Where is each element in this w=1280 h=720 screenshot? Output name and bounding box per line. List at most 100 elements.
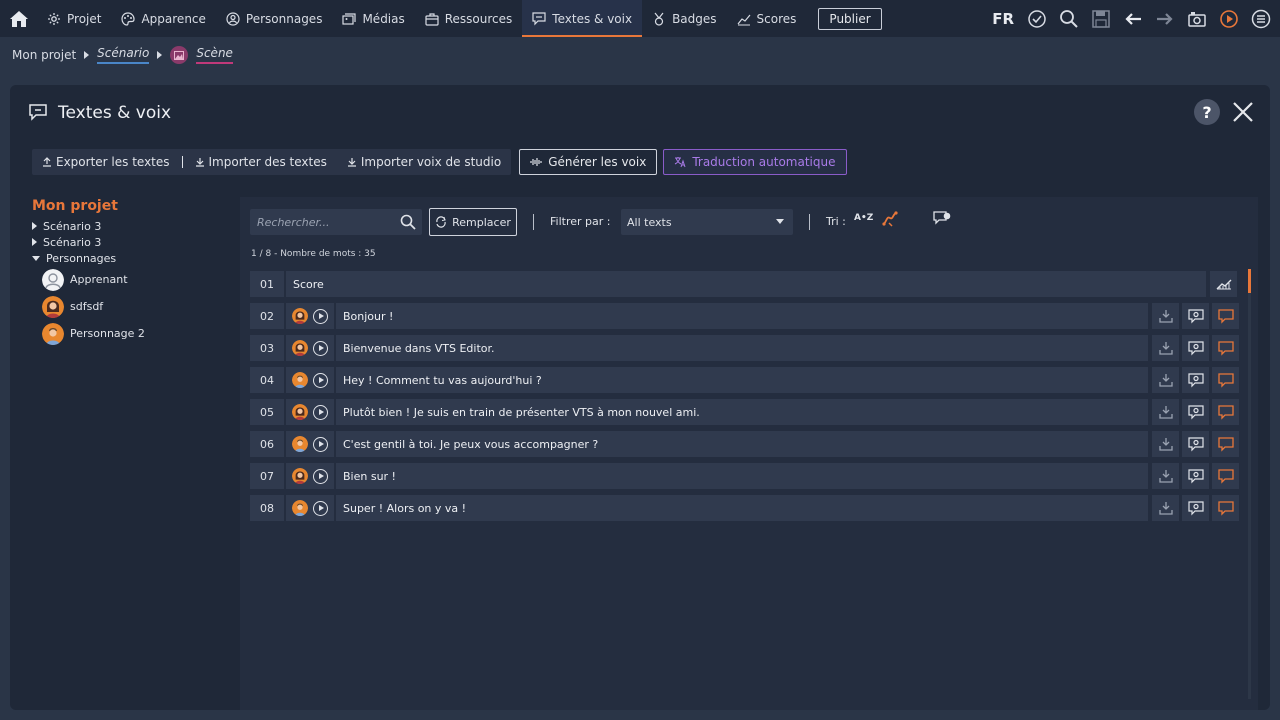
export-texts-button[interactable]: Exporter les textes [38, 155, 174, 169]
import-texts-button[interactable]: Importer des textes [191, 155, 331, 169]
comment-button[interactable] [1212, 303, 1239, 329]
replace-button[interactable]: Remplacer [429, 208, 517, 236]
row-text[interactable]: Bonjour ! [336, 303, 1148, 329]
play-icon[interactable] [313, 308, 329, 324]
scrollbar-thumb[interactable] [1248, 269, 1251, 293]
character-avatar[interactable] [291, 436, 308, 452]
comment-filter-icon[interactable] [932, 210, 952, 229]
sort-alphabetical-button[interactable]: A•Z [854, 213, 873, 223]
table-row[interactable]: 08 Super ! Alors on y va ! [250, 495, 1239, 521]
download-audio-button[interactable] [1152, 399, 1179, 425]
character-avatar[interactable] [291, 340, 308, 356]
search-input[interactable] [250, 209, 390, 235]
nav-projet[interactable]: Projet [37, 0, 111, 37]
voice-settings-button[interactable] [1182, 495, 1209, 521]
search-icon[interactable] [400, 214, 416, 233]
comment-button[interactable] [1212, 495, 1239, 521]
tree-root[interactable]: Mon projet [32, 198, 232, 214]
sort-flow-icon[interactable] [881, 210, 899, 231]
redo-arrow-icon[interactable] [1154, 8, 1176, 30]
download-audio-button[interactable] [1152, 431, 1179, 457]
table-row[interactable]: 07 Bien sur ! [250, 463, 1239, 489]
language-selector[interactable]: FR [992, 10, 1014, 28]
character-avatar[interactable] [291, 500, 308, 516]
play-icon[interactable] [313, 340, 329, 356]
auto-translate-button[interactable]: Traduction automatique [663, 149, 847, 175]
help-button[interactable]: ? [1194, 99, 1220, 125]
expand-arrow-icon[interactable] [32, 238, 37, 246]
camera-icon[interactable] [1186, 8, 1208, 30]
collapse-arrow-icon[interactable] [32, 255, 40, 261]
voice-settings-button[interactable] [1182, 431, 1209, 457]
row-text[interactable]: C'est gentil à toi. Je peux vous accompa… [336, 431, 1148, 457]
comment-button[interactable] [1212, 463, 1239, 489]
download-audio-button[interactable] [1152, 335, 1179, 361]
nav-personnages[interactable]: Personnages [216, 0, 333, 37]
breadcrumb-project[interactable]: Mon projet [12, 48, 76, 62]
voice-settings-button[interactable] [1182, 399, 1209, 425]
undo-arrow-icon[interactable] [1122, 8, 1144, 30]
home-button[interactable] [0, 0, 37, 37]
nav-ressources[interactable]: Ressources [415, 0, 523, 37]
table-row[interactable]: 05 Plutôt bien ! Je suis en train de prés… [250, 399, 1239, 425]
row-text[interactable]: Hey ! Comment tu vas aujourd'hui ? [336, 367, 1148, 393]
breadcrumb-scene[interactable]: Scène [196, 46, 233, 64]
play-icon[interactable] [313, 436, 329, 452]
table-row[interactable]: 02 Bonjour ! [250, 303, 1239, 329]
generate-voices-button[interactable]: Générer les voix [519, 149, 658, 175]
character-avatar[interactable] [291, 372, 308, 388]
expand-arrow-icon[interactable] [32, 222, 37, 230]
import-studio-voices-button[interactable]: Importer voix de studio [343, 155, 505, 169]
download-audio-button[interactable] [1152, 463, 1179, 489]
check-icon[interactable] [1026, 8, 1048, 30]
nav-médias[interactable]: Médias [332, 0, 414, 37]
voice-settings-button[interactable] [1182, 367, 1209, 393]
tree-character-sdfsdf[interactable]: sdfsdf [32, 293, 232, 320]
comment-button[interactable] [1212, 399, 1239, 425]
comment-button[interactable] [1212, 335, 1239, 361]
row-text[interactable]: Score [286, 271, 1206, 297]
tree-scenario-item[interactable]: Scénario 3 [32, 234, 232, 250]
tree-scenario-item[interactable]: Scénario 3 [32, 218, 232, 234]
comment-button[interactable] [1212, 367, 1239, 393]
voice-settings-button[interactable] [1182, 463, 1209, 489]
breadcrumb-scenario[interactable]: Scénario [97, 46, 150, 64]
play-icon[interactable] [313, 500, 329, 516]
download-audio-button[interactable] [1152, 495, 1179, 521]
play-icon[interactable] [313, 468, 329, 484]
row-text[interactable]: Bien sur ! [336, 463, 1148, 489]
voice-settings-button[interactable] [1182, 335, 1209, 361]
table-row[interactable]: 04 Hey ! Comment tu vas aujourd'hui ? [250, 367, 1239, 393]
row-text[interactable]: Plutôt bien ! Je suis en train de présen… [336, 399, 1148, 425]
comment-button[interactable] [1212, 431, 1239, 457]
menu-icon[interactable] [1250, 8, 1272, 30]
play-icon[interactable] [313, 372, 329, 388]
table-row[interactable]: 03 Bienvenue dans VTS Editor. [250, 335, 1239, 361]
row-text[interactable]: Super ! Alors on y va ! [336, 495, 1148, 521]
scrollbar-track[interactable] [1248, 269, 1251, 699]
nav-scores[interactable]: Scores [727, 0, 807, 37]
nav-apparence[interactable]: Apparence [111, 0, 215, 37]
download-audio-button[interactable] [1152, 367, 1179, 393]
voice-settings-button[interactable] [1182, 303, 1209, 329]
nav-textes-voix[interactable]: Textes & voix [522, 0, 643, 37]
filter-dropdown[interactable]: All texts [621, 209, 793, 235]
row-text[interactable]: Bienvenue dans VTS Editor. [336, 335, 1148, 361]
save-icon[interactable] [1090, 8, 1112, 30]
play-preview-icon[interactable] [1218, 8, 1240, 30]
download-audio-button[interactable] [1152, 303, 1179, 329]
score-chart-button[interactable] [1210, 271, 1237, 297]
table-row[interactable]: 06 C'est gentil à toi. Je peux vous accom… [250, 431, 1239, 457]
search-icon[interactable] [1058, 8, 1080, 30]
close-button[interactable] [1230, 99, 1256, 125]
play-icon[interactable] [313, 404, 329, 420]
character-avatar[interactable] [291, 308, 308, 324]
tree-character-apprenant[interactable]: Apprenant [32, 266, 232, 293]
publish-button[interactable]: Publier [818, 7, 882, 30]
character-avatar[interactable] [291, 468, 308, 484]
table-row[interactable]: 01 Score [250, 271, 1238, 297]
nav-badges[interactable]: Badges [642, 0, 726, 37]
tree-character-personnage-2[interactable]: Personnage 2 [32, 320, 232, 347]
tree-characters-item[interactable]: Personnages [32, 250, 232, 266]
character-avatar[interactable] [291, 404, 308, 420]
